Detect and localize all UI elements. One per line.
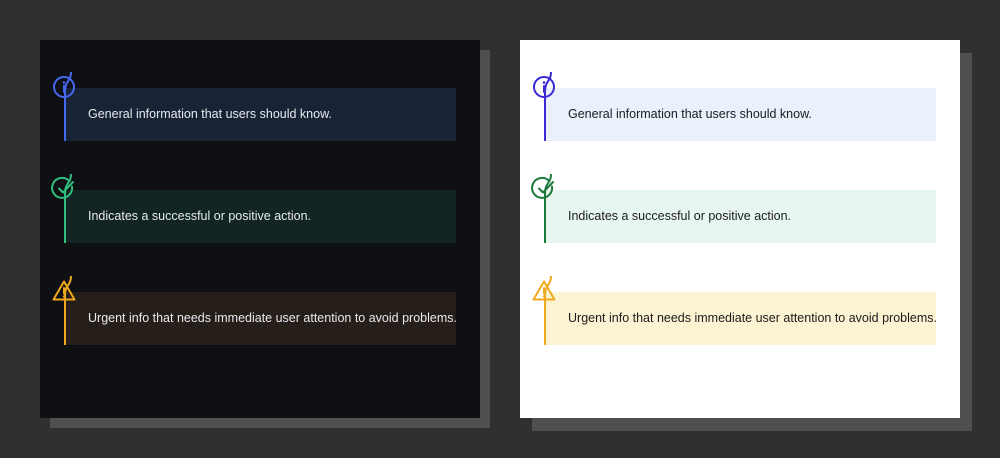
check-circle-icon xyxy=(51,176,74,199)
callout-text: Urgent info that needs immediate user at… xyxy=(568,311,937,325)
callout-text: Indicates a successful or positive actio… xyxy=(88,209,312,223)
success-callout: Indicates a successful or positive actio… xyxy=(531,173,936,243)
info-icon xyxy=(533,76,555,98)
callout-text: Urgent info that needs immediate user at… xyxy=(88,311,457,325)
callout-text: Indicates a successful or positive actio… xyxy=(568,209,792,223)
warning-callout: Urgent info that needs immediate user at… xyxy=(532,275,937,345)
success-callout: Indicates a successful or positive actio… xyxy=(51,173,456,243)
info-callout: General information that users should kn… xyxy=(533,71,936,141)
callout-text: General information that users should kn… xyxy=(568,107,812,121)
light-theme-panel: General information that users should kn… xyxy=(520,40,960,418)
check-circle-icon xyxy=(531,176,554,199)
warning-triangle-icon xyxy=(532,280,556,301)
info-callout: General information that users should kn… xyxy=(53,71,456,141)
stage: General information that users should kn… xyxy=(0,0,1000,458)
warning-callout: Urgent info that needs immediate user at… xyxy=(52,275,457,345)
callout-text: General information that users should kn… xyxy=(88,107,332,121)
info-icon xyxy=(53,76,75,98)
warning-triangle-icon xyxy=(52,280,76,301)
dark-theme-panel: General information that users should kn… xyxy=(40,40,480,418)
